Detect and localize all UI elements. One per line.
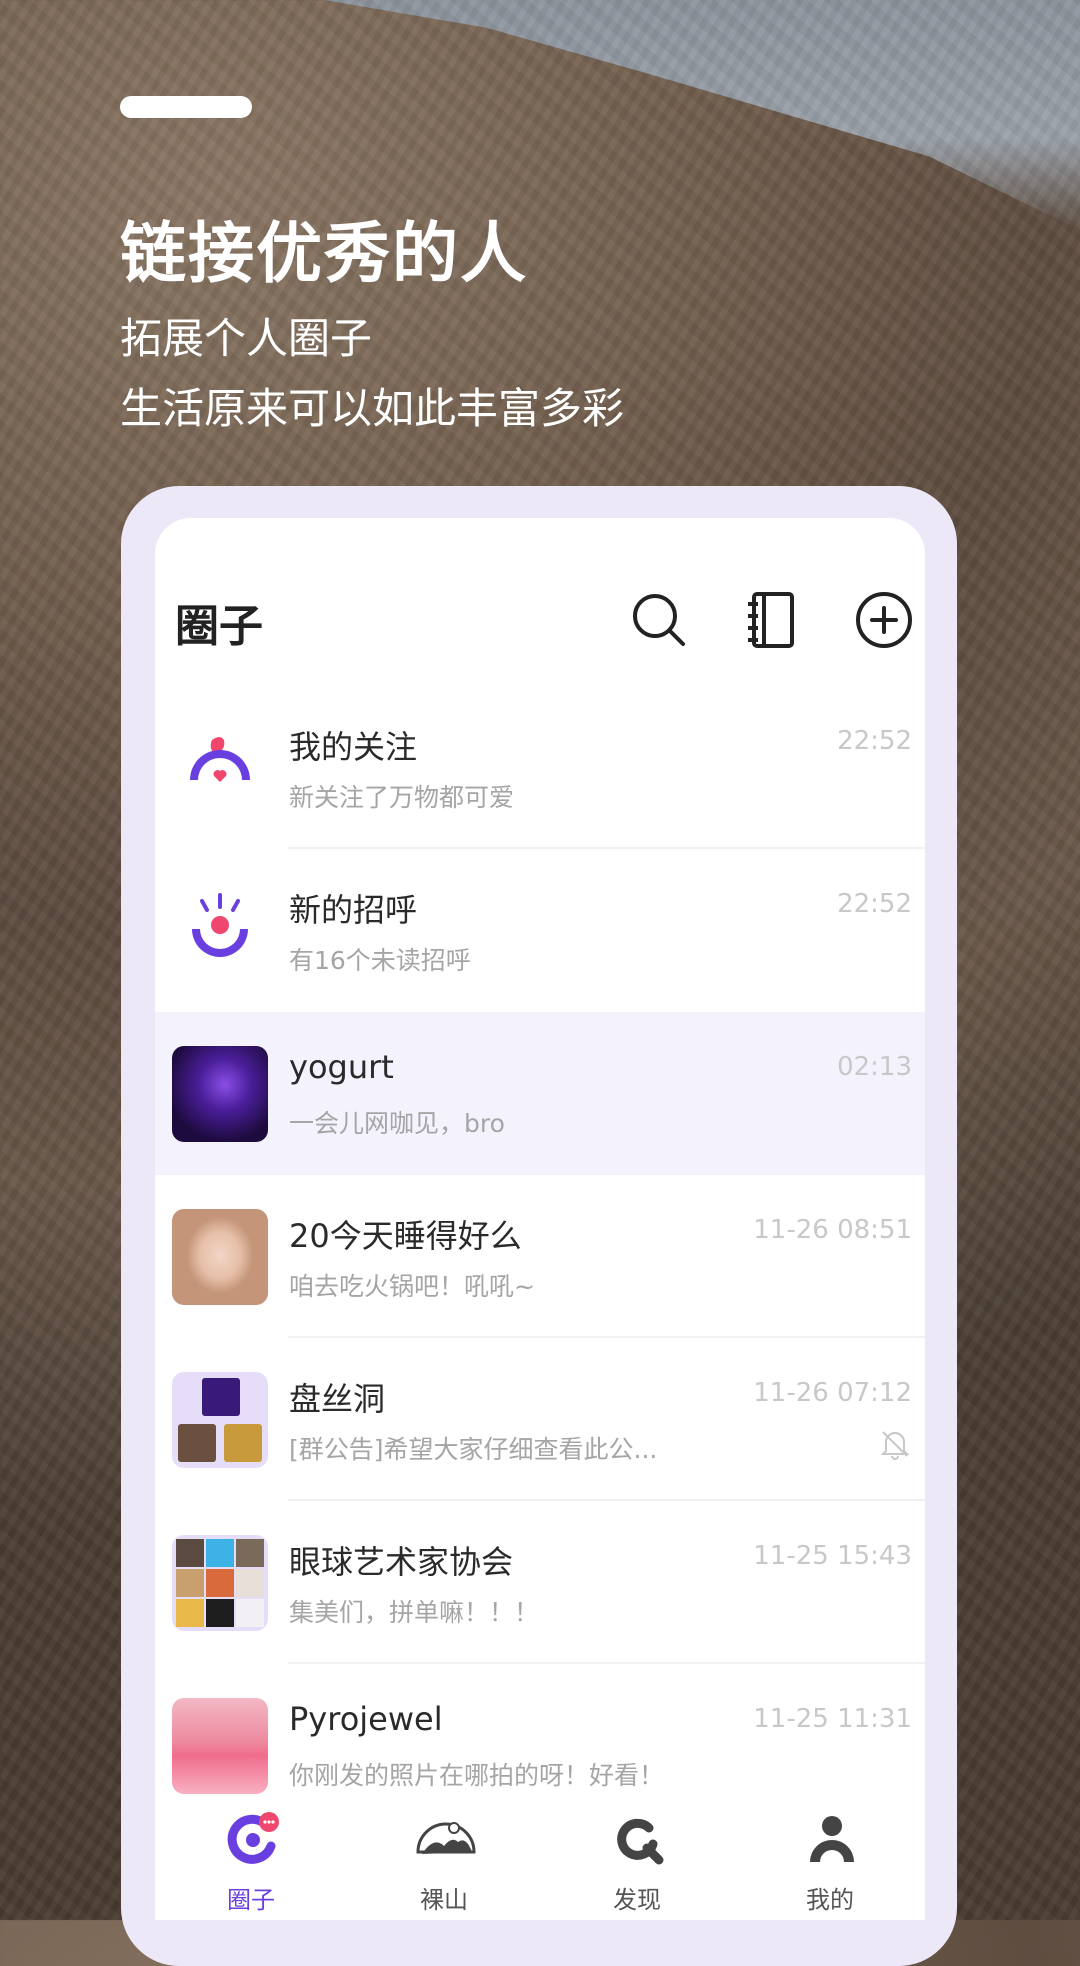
conversation-preview: [群公告]希望大家仔细查看此公...	[289, 1435, 658, 1464]
discover-icon	[617, 1818, 664, 1865]
conversation-preview: 你刚发的照片在哪拍的呀！好看！	[289, 1761, 665, 1790]
tab-label: 发现	[613, 1886, 661, 1914]
group-avatar-3	[172, 1372, 268, 1468]
group-avatar-9	[172, 1535, 268, 1631]
conversation-time: 02:13	[837, 1052, 912, 1082]
conversation-item-eyeball[interactable]: 眼球艺术家协会 集美们，拼单嘛！！！ 11-25 15:43	[155, 1501, 925, 1664]
conversation-name: 新的招呼	[289, 891, 418, 929]
conversation-preview: 有16个未读招呼	[289, 946, 471, 975]
conversation-preview: 新关注了万物都可爱	[289, 783, 515, 812]
hero-subtitle-1: 拓展个人圈子	[120, 314, 373, 363]
follow-icon	[190, 737, 250, 782]
conversation-time: 11-25 11:31	[753, 1704, 912, 1734]
hero-title: 链接优秀的人	[120, 215, 528, 292]
search-icon[interactable]	[627, 588, 691, 652]
hero-subtitle-2: 生活原来可以如此丰富多彩	[120, 384, 625, 433]
conversation-name: 盘丝洞	[289, 1380, 386, 1418]
decorative-dash	[120, 96, 252, 118]
tab-profile[interactable]: 我的	[734, 1800, 925, 1920]
conversation-name: Pyrojewel	[289, 1700, 443, 1738]
bottom-tab-bar: 圈子 裸山 发现 我的	[155, 1800, 925, 1920]
conversation-preview: 集美们，拼单嘛！！！	[289, 1598, 540, 1627]
conversation-item-sleep[interactable]: 20今天睡得好么 咱去吃火锅吧！吼吼~ 11-26 08:51	[155, 1175, 925, 1338]
conversation-item-pansidong[interactable]: 盘丝洞 [群公告]希望大家仔细查看此公... 11-26 07:12	[155, 1338, 925, 1501]
tab-mountain[interactable]: 裸山	[348, 1800, 540, 1920]
conversation-item-follow[interactable]: 我的关注 新关注了万物都可爱 22:52	[155, 686, 925, 849]
follow-avatar	[172, 720, 268, 816]
conversation-name: yogurt	[289, 1048, 394, 1086]
yogurt-avatar	[172, 1046, 268, 1142]
conversation-name: 我的关注	[289, 728, 418, 766]
greeting-icon	[192, 893, 248, 957]
conversation-time: 11-26 07:12	[753, 1378, 912, 1408]
profile-icon	[810, 1816, 854, 1862]
tab-circle[interactable]: 圈子	[155, 1800, 347, 1920]
conversation-preview: 一会儿网咖见，bro	[289, 1109, 505, 1138]
conversation-time: 11-26 08:51	[753, 1215, 912, 1245]
page-title: 圈子	[175, 601, 263, 652]
tab-label: 裸山	[420, 1886, 468, 1914]
conversation-time: 22:52	[837, 889, 912, 919]
conversation-time: 22:52	[837, 726, 912, 756]
conversation-item-greetings[interactable]: 新的招呼 有16个未读招呼 22:52	[155, 849, 925, 1012]
tab-label: 我的	[806, 1886, 854, 1914]
circle-chat-icon	[227, 1812, 279, 1864]
girl-portrait-avatar	[172, 1209, 268, 1305]
pink-lips-avatar	[172, 1698, 268, 1794]
phone-screen: 圈子 我的关注 新关注了万物都可爱 22:52 新的招呼 有16个未读招呼 22…	[155, 518, 925, 1920]
mountain-icon	[416, 1822, 476, 1854]
greeting-avatar	[172, 883, 268, 979]
tab-discover[interactable]: 发现	[541, 1800, 733, 1920]
add-circle-icon[interactable]	[852, 588, 916, 652]
conversation-list: 我的关注 新关注了万物都可爱 22:52 新的招呼 有16个未读招呼 22:52	[155, 686, 925, 1827]
conversation-name: 眼球艺术家协会	[289, 1543, 514, 1581]
conversation-name: 20今天睡得好么	[289, 1217, 522, 1255]
conversation-time: 11-25 15:43	[753, 1541, 912, 1571]
tab-label: 圈子	[227, 1886, 275, 1914]
conversation-item-yogurt[interactable]: yogurt 一会儿网咖见，bro 02:13	[155, 1012, 925, 1175]
bell-muted-icon	[880, 1431, 910, 1460]
contacts-book-icon[interactable]	[740, 588, 804, 652]
conversation-preview: 咱去吃火锅吧！吼吼~	[289, 1272, 535, 1301]
